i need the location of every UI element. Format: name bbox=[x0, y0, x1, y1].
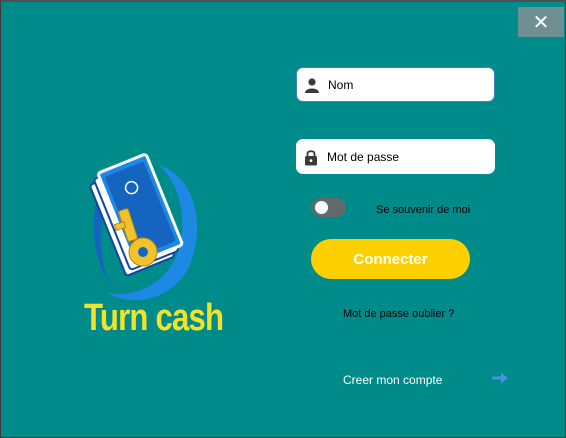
close-button[interactable]: ✕ bbox=[518, 7, 564, 37]
brand-name: Turn cash bbox=[84, 297, 224, 339]
turn-cash-logo bbox=[89, 153, 198, 301]
arrow-right-icon[interactable] bbox=[492, 371, 510, 385]
create-account-link[interactable]: Creer mon compte bbox=[343, 373, 442, 387]
connect-button[interactable]: Connecter bbox=[311, 239, 470, 279]
close-icon: ✕ bbox=[532, 11, 550, 34]
remember-me-toggle[interactable] bbox=[311, 198, 346, 217]
password-field[interactable] bbox=[296, 139, 495, 174]
lock-icon bbox=[303, 148, 319, 166]
password-input[interactable] bbox=[327, 149, 477, 164]
username-field[interactable] bbox=[296, 67, 495, 102]
toggle-knob bbox=[315, 201, 328, 214]
login-window: ✕ Turn cash Nom Se souvenir de moi Conne… bbox=[0, 0, 566, 438]
forgot-password-link[interactable]: Mot de passe oublier ? bbox=[343, 308, 454, 320]
remember-me-label: Se souvenir de moi bbox=[376, 204, 471, 216]
username-input[interactable] bbox=[328, 77, 478, 92]
user-icon bbox=[304, 76, 320, 94]
